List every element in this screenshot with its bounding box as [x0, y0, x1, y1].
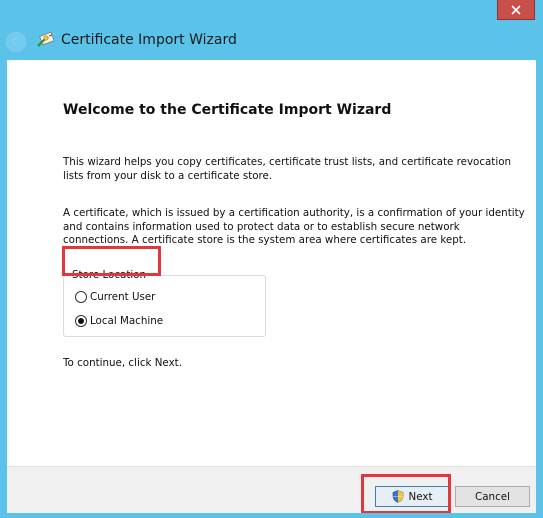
wizard-footer: Next Cancel	[7, 466, 536, 513]
wizard-window: Certificate Import Wizard Welcome to the…	[0, 0, 543, 518]
local-machine-highlight	[62, 246, 161, 276]
description-paragraph: A certificate, which is issued by a cert…	[63, 207, 525, 246]
next-button-highlight	[361, 474, 451, 514]
back-arrow-icon[interactable]	[6, 32, 26, 52]
cancel-button[interactable]: Cancel	[455, 486, 530, 507]
local-machine-option[interactable]: Local Machine	[75, 314, 163, 328]
window-bottom-edge	[7, 513, 536, 518]
continue-instruction: To continue, click Next.	[63, 357, 182, 369]
window-title: Certificate Import Wizard	[61, 32, 237, 48]
cancel-button-label[interactable]: Cancel	[475, 491, 510, 503]
title-bar: Certificate Import Wizard	[0, 20, 543, 60]
current-user-radio[interactable]	[75, 291, 87, 303]
local-machine-radio[interactable]	[75, 315, 87, 327]
certificate-wizard-icon	[37, 31, 55, 47]
close-icon	[511, 4, 521, 15]
local-machine-label[interactable]: Local Machine	[90, 315, 163, 327]
current-user-label[interactable]: Current User	[90, 291, 155, 303]
close-button[interactable]	[497, 0, 535, 20]
store-location-group: Store Location Current User Local Machin…	[63, 269, 266, 337]
current-user-option[interactable]: Current User	[75, 290, 155, 304]
page-title: Welcome to the Certificate Import Wizard	[63, 102, 392, 118]
intro-paragraph: This wizard helps you copy certificates,…	[63, 156, 512, 182]
